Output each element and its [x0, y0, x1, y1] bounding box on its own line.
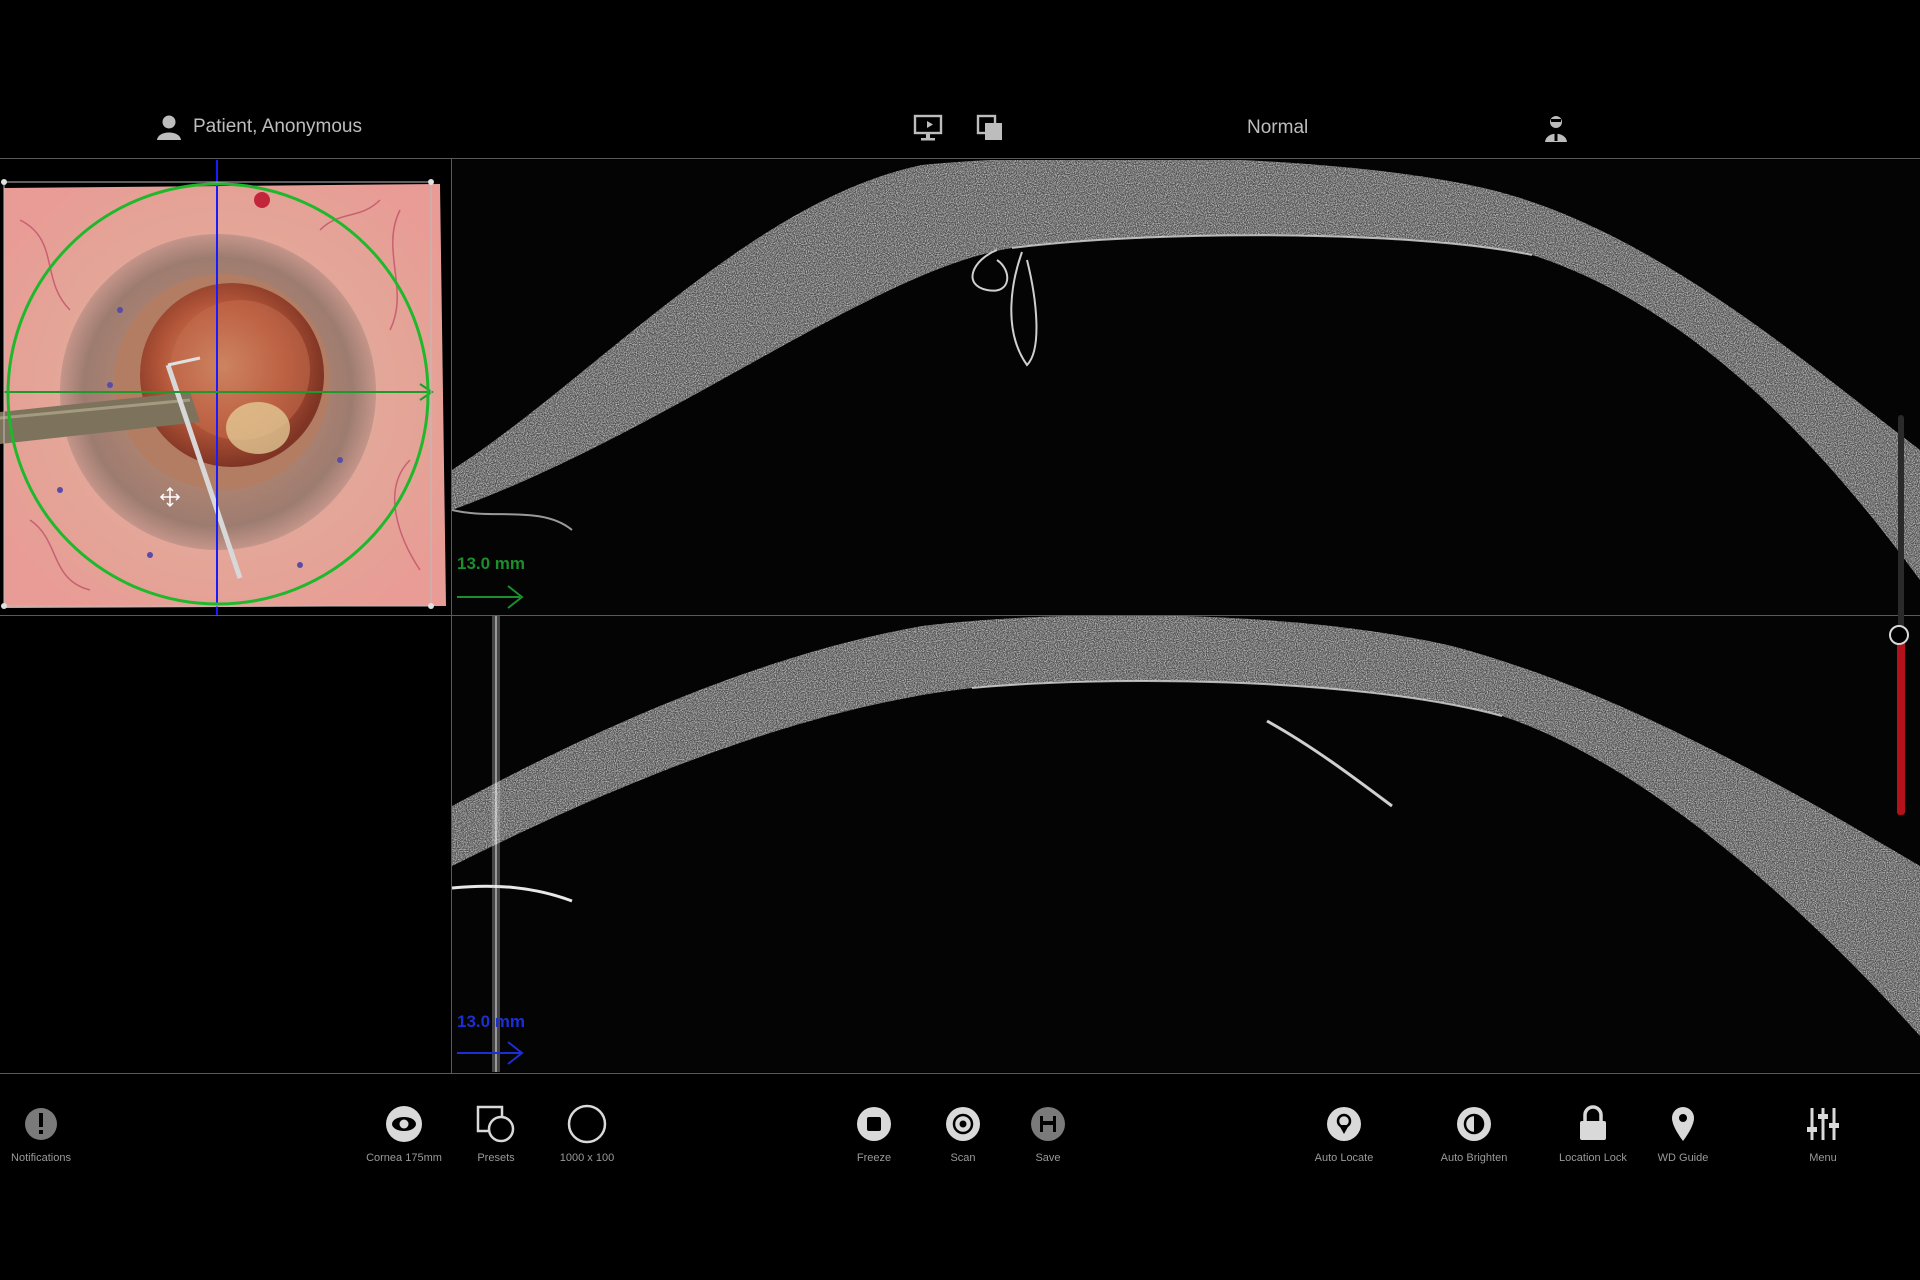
surgeon-icon[interactable] — [1544, 114, 1568, 147]
window-icon[interactable] — [976, 114, 1004, 147]
scale-label-top: 13.0 mm — [457, 554, 526, 573]
top-header: Patient, Anonymous Normal — [0, 0, 1920, 158]
header-divider — [0, 158, 1920, 159]
scale-label-bottom: 13.0 mm — [457, 1012, 526, 1031]
auto-brighten-button[interactable]: Auto Brighten — [1419, 1102, 1529, 1164]
mode-label[interactable]: Normal — [1247, 117, 1308, 139]
save-icon — [1026, 1102, 1070, 1146]
auto-locate-button[interactable]: Auto Locate — [1289, 1102, 1399, 1164]
scan-icon — [941, 1102, 985, 1146]
lock-icon — [1571, 1102, 1615, 1146]
save-button[interactable]: Save — [993, 1102, 1103, 1164]
brightness-icon — [1452, 1102, 1496, 1146]
eye-icon — [382, 1102, 426, 1146]
map-pin-icon — [1661, 1102, 1705, 1146]
locate-icon — [1322, 1102, 1366, 1146]
sliders-icon — [1801, 1102, 1845, 1146]
oct-scan-vertical[interactable] — [452, 616, 1920, 1072]
depth-slider-handle[interactable] — [1889, 625, 1909, 645]
presets-icon — [474, 1102, 518, 1146]
patient-name: Patient, Anonymous — [193, 116, 362, 137]
alert-icon — [19, 1102, 63, 1146]
stop-icon — [852, 1102, 896, 1146]
user-icon — [157, 115, 181, 140]
oct-scan-horizontal[interactable] — [452, 160, 1920, 615]
notifications-button[interactable]: Notifications — [0, 1102, 96, 1164]
circle-icon — [565, 1102, 609, 1146]
scan-pattern-button[interactable]: 1000 x 100 — [532, 1102, 642, 1164]
display-icon[interactable] — [913, 114, 945, 147]
surgical-video-panel[interactable] — [0, 160, 451, 615]
depth-slider-fill — [1897, 640, 1905, 815]
wd-guide-button[interactable]: WD Guide — [1628, 1102, 1738, 1164]
patient-info[interactable]: Patient, Anonymous — [155, 114, 362, 140]
menu-button[interactable]: Menu — [1768, 1102, 1878, 1164]
empty-panel — [0, 616, 451, 1072]
